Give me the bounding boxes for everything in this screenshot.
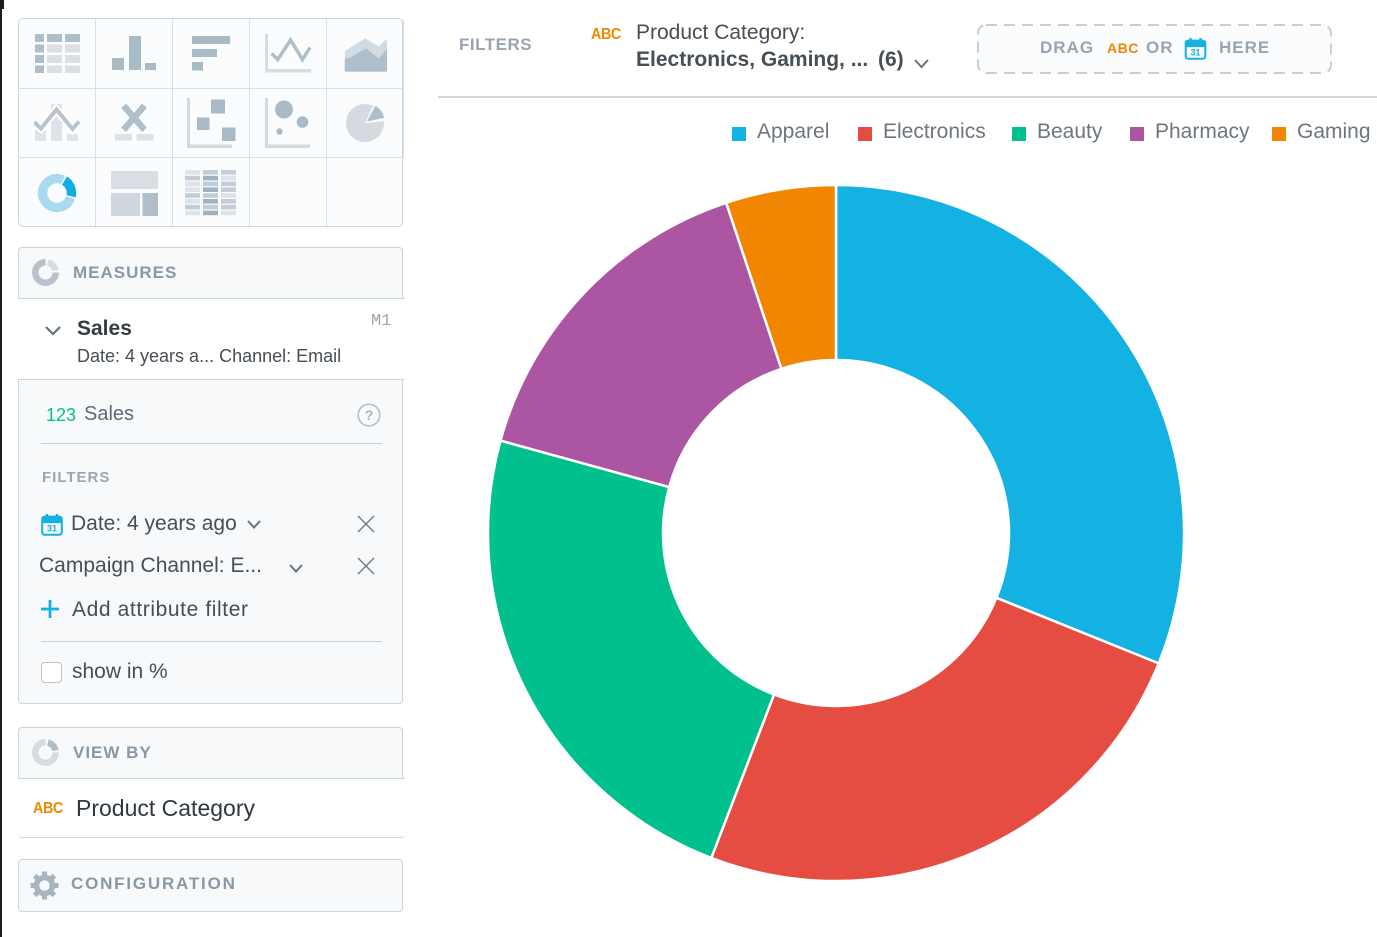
svg-text:31: 31 — [47, 524, 57, 534]
svg-text:31: 31 — [1190, 48, 1200, 58]
svg-text:?: ? — [365, 407, 374, 423]
